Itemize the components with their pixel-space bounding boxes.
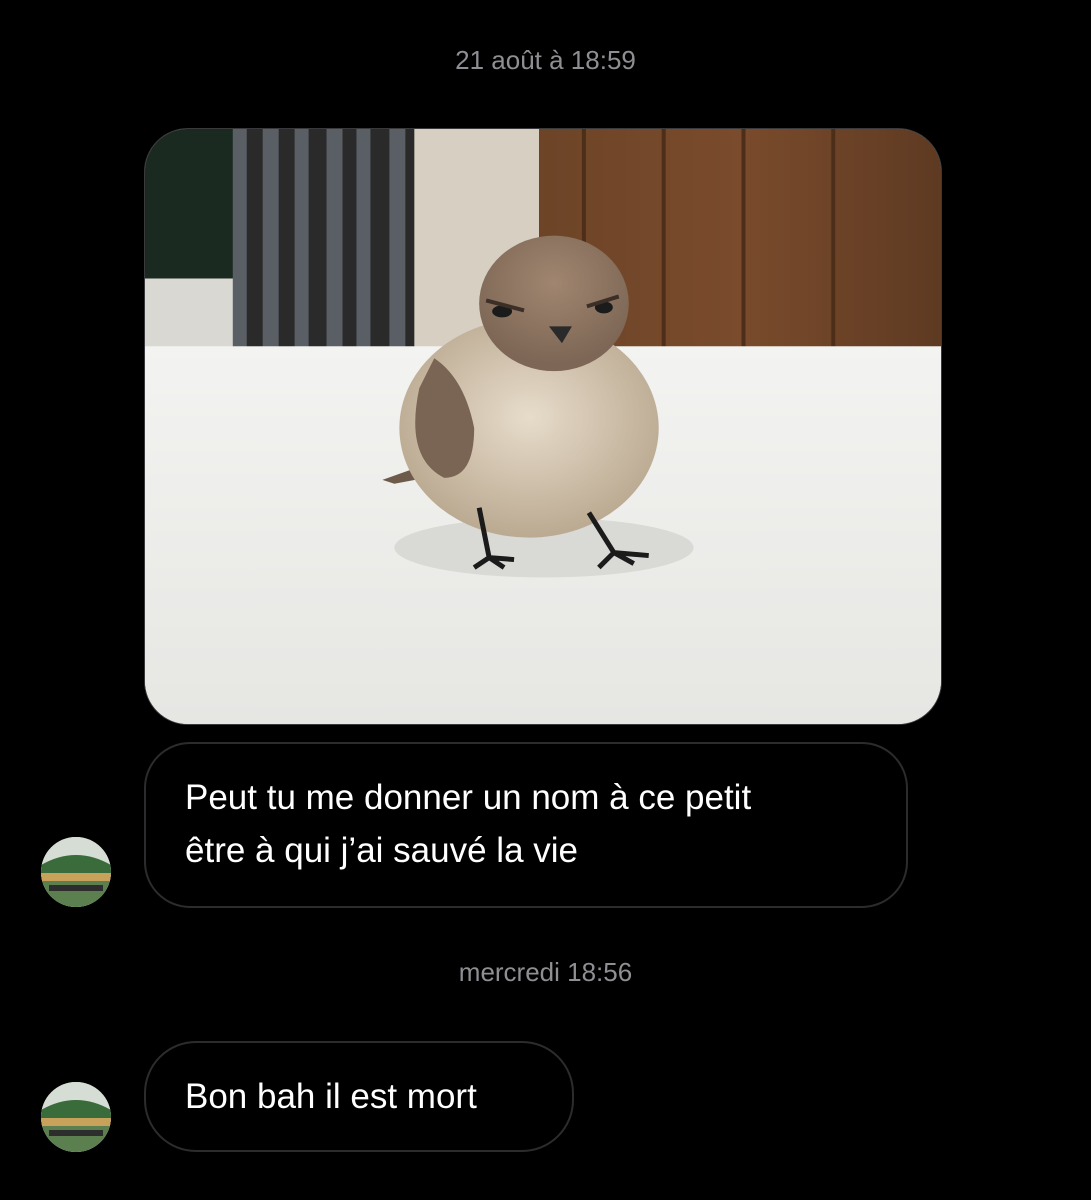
- profile-avatar-icon: [41, 1082, 111, 1152]
- message-timestamp: mercredi 18:56: [458, 957, 633, 987]
- message-timestamp: 21 août à 18:59: [455, 45, 636, 75]
- contact-avatar[interactable]: [41, 837, 111, 907]
- bird-photo: [145, 129, 941, 724]
- photo-message[interactable]: [144, 128, 942, 725]
- message-text: Bon bah il est mort: [185, 1077, 477, 1116]
- message-text: Peut tu me donner un nom à ce petit être…: [185, 778, 752, 870]
- message-bubble[interactable]: Bon bah il est mort: [144, 1041, 574, 1152]
- profile-avatar-icon: [41, 837, 111, 907]
- contact-avatar[interactable]: [41, 1082, 111, 1152]
- message-bubble[interactable]: Peut tu me donner un nom à ce petit être…: [144, 742, 908, 908]
